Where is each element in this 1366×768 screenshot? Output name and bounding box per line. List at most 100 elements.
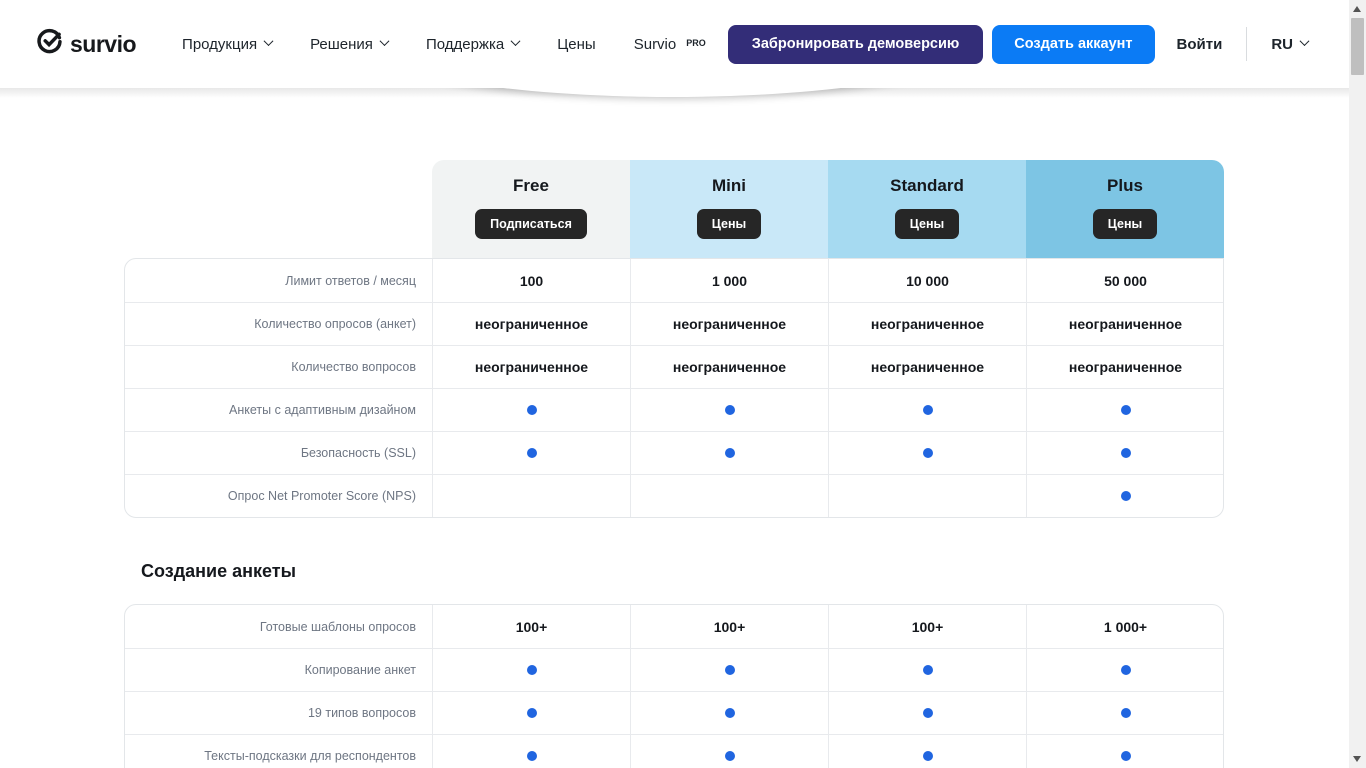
prices-button[interactable]: Цены — [895, 209, 959, 239]
create-account-button[interactable]: Создать аккаунт — [992, 25, 1154, 64]
plan-column-free: Free Подписаться — [432, 160, 630, 258]
subscribe-button[interactable]: Подписаться — [475, 209, 587, 239]
nav-item-label: Цены — [557, 36, 596, 53]
feature-label: Анкеты с адаптивным дизайном — [125, 389, 432, 431]
feature-value-cell — [828, 432, 1026, 474]
feature-value-cell — [1026, 432, 1224, 474]
nav-item-solutions[interactable]: Решения — [310, 36, 388, 53]
feature-value-cell — [828, 692, 1026, 734]
feature-included-dot — [1121, 491, 1131, 501]
feature-value: 100+ — [912, 619, 944, 635]
nav-item-products[interactable]: Продукция — [182, 36, 272, 53]
book-demo-button[interactable]: Забронировать демоверсию — [728, 25, 984, 64]
nav-divider — [1246, 27, 1247, 61]
feature-label: 19 типов вопросов — [125, 692, 432, 734]
section-title: Создание анкеты — [141, 561, 296, 582]
feature-value-cell — [630, 475, 828, 517]
feature-value-cell — [630, 735, 828, 768]
nav-item-label: Survio — [634, 36, 677, 53]
feature-included-dot — [1121, 708, 1131, 718]
feature-value-cell: неограниченное — [630, 303, 828, 345]
scroll-down-arrow-icon[interactable] — [1353, 756, 1361, 762]
feature-label: Готовые шаблоны опросов — [125, 605, 432, 648]
feature-included-dot — [1121, 448, 1131, 458]
survio-logo-icon — [36, 28, 63, 60]
feature-included-dot — [527, 751, 537, 761]
feature-value-cell: 100+ — [828, 605, 1026, 648]
chevron-down-icon — [1300, 36, 1310, 46]
table-row: Опрос Net Promoter Score (NPS) — [125, 474, 1223, 517]
feature-included-dot — [923, 665, 933, 675]
feature-value-cell: 1 000+ — [1026, 605, 1224, 648]
plan-name: Plus — [1107, 174, 1143, 198]
nav-item-label: Поддержка — [426, 36, 504, 53]
features-table-survey-creation: Готовые шаблоны опросов100+100+100+1 000… — [124, 604, 1224, 768]
survio-logo[interactable]: survio — [36, 28, 136, 60]
feature-value: неограниченное — [1069, 316, 1182, 332]
top-navigation: survio Продукция Решения Поддержка Цены … — [0, 0, 1366, 88]
feature-value: неограниченное — [673, 359, 786, 375]
nav-actions: Забронировать демоверсию Создать аккаунт… — [728, 25, 1336, 64]
feature-included-dot — [923, 405, 933, 415]
vertical-scrollbar[interactable] — [1349, 0, 1366, 768]
table-row: Количество вопросов неограниченное неогран… — [125, 345, 1223, 388]
feature-value-cell — [630, 649, 828, 691]
plan-name: Mini — [712, 174, 746, 198]
feature-label: Тексты-подсказки для респондентов — [125, 735, 432, 768]
feature-value-cell: неограниченное — [432, 303, 630, 345]
feature-value: 100+ — [714, 619, 746, 635]
feature-value-cell: 50 000 — [1026, 259, 1224, 302]
feature-value-cell — [432, 432, 630, 474]
plan-column-standard: Standard Цены — [828, 160, 1026, 258]
nav-item-survio-pro[interactable]: Survio PRO — [634, 36, 706, 53]
table-row: Анкеты с адаптивным дизайном — [125, 388, 1223, 431]
feature-value-cell — [630, 692, 828, 734]
table-row: 19 типов вопросов — [125, 691, 1223, 734]
feature-label: Копирование анкет — [125, 649, 432, 691]
nav-menu: Продукция Решения Поддержка Цены Survio … — [182, 36, 706, 53]
nav-item-pricing[interactable]: Цены — [557, 36, 596, 53]
feature-included-dot — [923, 448, 933, 458]
feature-value-cell — [432, 692, 630, 734]
feature-included-dot — [1121, 405, 1131, 415]
feature-value-cell: неограниченное — [1026, 346, 1224, 388]
feature-value-cell — [1026, 649, 1224, 691]
feature-value: 50 000 — [1104, 273, 1147, 289]
pro-badge: PRO — [686, 38, 706, 48]
feature-value-cell: неограниченное — [828, 303, 1026, 345]
language-label: RU — [1271, 36, 1293, 53]
feature-included-dot — [725, 751, 735, 761]
feature-included-dot — [527, 708, 537, 718]
page: survio Продукция Решения Поддержка Цены … — [0, 0, 1366, 768]
feature-value-cell — [1026, 735, 1224, 768]
feature-value-cell — [432, 735, 630, 768]
feature-included-dot — [923, 751, 933, 761]
table-row: Безопасность (SSL) — [125, 431, 1223, 474]
feature-value-cell — [432, 475, 630, 517]
feature-included-dot — [725, 448, 735, 458]
feature-label: Лимит ответов / месяц — [125, 259, 432, 302]
feature-label: Количество вопросов — [125, 346, 432, 388]
scroll-up-arrow-icon[interactable] — [1353, 6, 1361, 12]
feature-value-cell: 10 000 — [828, 259, 1026, 302]
feature-value-cell — [630, 389, 828, 431]
feature-value-cell: 100+ — [432, 605, 630, 648]
feature-value-cell — [828, 649, 1026, 691]
feature-included-dot — [725, 665, 735, 675]
feature-label: Опрос Net Promoter Score (NPS) — [125, 475, 432, 517]
feature-value-cell — [432, 649, 630, 691]
login-link[interactable]: Войти — [1177, 36, 1223, 53]
feature-value: 100 — [520, 273, 543, 289]
nav-item-label: Решения — [310, 36, 373, 53]
feature-value-cell — [1026, 475, 1224, 517]
language-selector[interactable]: RU — [1271, 36, 1308, 53]
feature-included-dot — [527, 665, 537, 675]
prices-button[interactable]: Цены — [697, 209, 761, 239]
scrollbar-thumb[interactable] — [1351, 18, 1364, 75]
logo-text: survio — [70, 31, 136, 58]
nav-item-support[interactable]: Поддержка — [426, 36, 519, 53]
feature-value: неограниченное — [673, 316, 786, 332]
feature-value: 1 000+ — [1104, 619, 1147, 635]
prices-button[interactable]: Цены — [1093, 209, 1157, 239]
feature-value-cell: 100+ — [630, 605, 828, 648]
